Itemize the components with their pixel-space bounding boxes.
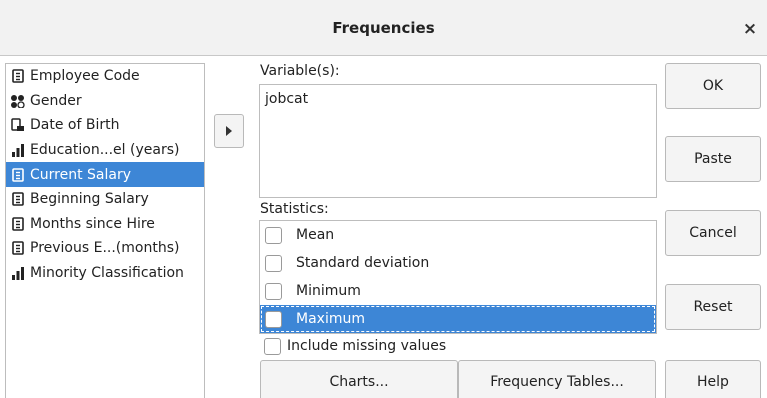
variable-item-label: Minority Classification: [30, 265, 184, 282]
scale-variable-icon: [10, 68, 26, 84]
variable-item-label: Gender: [30, 92, 82, 109]
move-variable-button[interactable]: [214, 114, 244, 148]
variable-item-label: Education...el (years): [30, 142, 180, 159]
statistic-checkbox[interactable]: [265, 254, 282, 272]
variable-item[interactable]: Employee Code: [6, 64, 204, 89]
close-icon[interactable]: ×: [739, 18, 761, 40]
statistic-option[interactable]: Standard deviation: [260, 249, 656, 277]
variable-item-label: Previous E...(months): [30, 240, 180, 257]
variable-item-label: Beginning Salary: [30, 191, 149, 208]
variable-item-label: Current Salary: [30, 166, 132, 183]
variable-item[interactable]: Months since Hire: [6, 212, 204, 237]
statistic-option[interactable]: Mean: [260, 221, 656, 249]
frequency-tables-button[interactable]: Frequency Tables...: [458, 360, 656, 398]
include-missing-checkbox[interactable]: Include missing values: [264, 336, 446, 356]
variables-label: Variable(s):: [260, 63, 340, 79]
statistic-option[interactable]: Maximum: [260, 305, 656, 333]
target-variable-list[interactable]: jobcat: [259, 84, 657, 198]
variable-item-label: Months since Hire: [30, 215, 155, 232]
statistics-list[interactable]: Mean Standard deviation Minimum Maximum: [259, 220, 657, 334]
arrow-right-icon: [226, 126, 232, 136]
statistic-checkbox[interactable]: [265, 310, 282, 328]
variable-item-label: Employee Code: [30, 68, 140, 85]
scale-variable-icon: [10, 216, 26, 232]
variable-item[interactable]: Gender: [6, 89, 204, 114]
statistic-checkbox[interactable]: [265, 226, 282, 244]
scale-variable-icon: [10, 191, 26, 207]
dialog-titlebar: Frequencies ×: [0, 0, 767, 56]
variable-item[interactable]: Date of Birth: [6, 113, 204, 138]
include-missing-label: Include missing values: [287, 338, 447, 354]
variable-item[interactable]: Beginning Salary: [6, 187, 204, 212]
variable-item-label: Date of Birth: [30, 117, 120, 134]
ordinal-variable-icon: [10, 265, 26, 281]
variable-item[interactable]: Current Salary: [6, 162, 204, 187]
target-variable-item[interactable]: jobcat: [265, 91, 651, 107]
ordinal-variable-icon: [10, 142, 26, 158]
charts-button[interactable]: Charts...: [260, 360, 458, 398]
include-missing-checkbox-box[interactable]: [264, 337, 281, 355]
statistic-option-label: Minimum: [296, 283, 361, 299]
help-button[interactable]: Help: [665, 360, 761, 398]
paste-button[interactable]: Paste: [665, 136, 761, 182]
nominal-variable-icon: [10, 93, 26, 109]
statistic-option-label: Mean: [296, 227, 335, 243]
date-variable-icon: [10, 117, 26, 133]
statistic-option[interactable]: Minimum: [260, 277, 656, 305]
statistic-checkbox[interactable]: [265, 282, 282, 300]
statistics-label: Statistics:: [260, 201, 329, 217]
reset-button[interactable]: Reset: [665, 284, 761, 330]
source-variable-list[interactable]: Employee Code Gender Date of Birth Educatio…: [5, 63, 205, 398]
statistic-option-label: Maximum: [296, 311, 365, 327]
scale-variable-icon: [10, 240, 26, 256]
variable-item[interactable]: Education...el (years): [6, 138, 204, 163]
variable-item[interactable]: Minority Classification: [6, 261, 204, 286]
variable-item[interactable]: Previous E...(months): [6, 236, 204, 261]
cancel-button[interactable]: Cancel: [665, 210, 761, 256]
scale-variable-icon: [10, 167, 26, 183]
statistic-option-label: Standard deviation: [296, 255, 430, 271]
dialog-title: Frequencies: [332, 19, 435, 37]
ok-button[interactable]: OK: [665, 63, 761, 109]
